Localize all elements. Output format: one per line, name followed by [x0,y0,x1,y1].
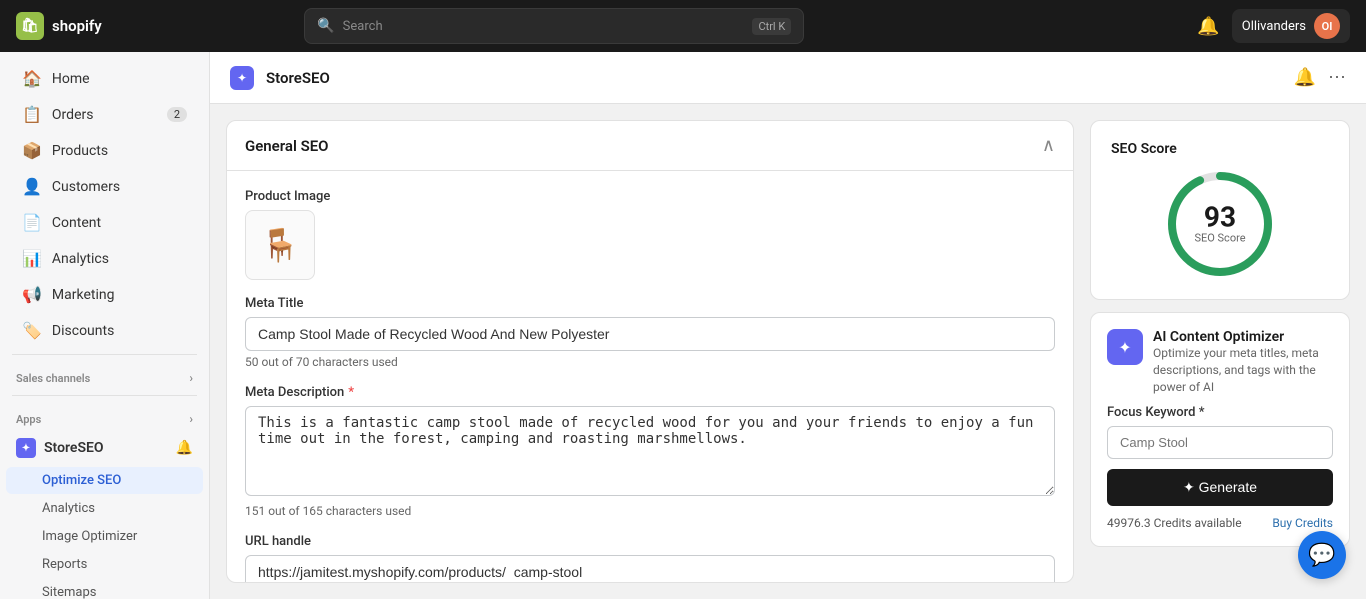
chat-icon: 💬 [1308,543,1335,568]
products-icon: 📦 [22,141,42,160]
generate-button[interactable]: ✦ Generate [1107,469,1333,506]
chevron-right-icon: › [189,371,193,385]
search-bar[interactable]: 🔍 Search Ctrl K [304,8,804,44]
app-header: ✦ StoreSEO 🔔 ⋯ [210,52,1366,104]
top-navigation: 🛍 shopify 🔍 Search Ctrl K 🔔 Ollivanders … [0,0,1366,52]
shopify-logo[interactable]: 🛍 shopify [16,12,102,40]
left-panel: General SEO ∧ Product Image 🪑 [226,120,1074,583]
product-image: 🪑 [245,210,315,280]
buy-credits-link[interactable]: Buy Credits [1272,516,1333,530]
score-label: SEO Score [1194,232,1245,245]
meta-description-section: Meta Description * This is a fantastic c… [245,385,1055,518]
ai-optimizer-text: AI Content Optimizer Optimize your meta … [1153,329,1333,395]
analytics-icon: 📊 [22,249,42,268]
credits-row: 49976.3 Credits available Buy Credits [1107,516,1333,530]
seo-card-header: General SEO ∧ [227,121,1073,171]
storeseo-icon: ✦ [16,438,36,458]
discounts-icon: 🏷️ [22,321,42,340]
collapse-icon[interactable]: ∧ [1042,135,1055,156]
search-shortcut: Ctrl K [752,18,791,35]
general-seo-title: General SEO [245,137,329,155]
sidebar-item-content[interactable]: 📄 Content [6,205,203,240]
general-seo-card: General SEO ∧ Product Image 🪑 [226,120,1074,583]
ai-focus-keyword-label: Focus Keyword * [1107,405,1333,420]
required-star-desc: * [348,385,354,400]
user-menu[interactable]: Ollivanders OI [1232,9,1350,43]
customers-icon: 👤 [22,177,42,196]
ai-optimizer-header: ✦ AI Content Optimizer Optimize your met… [1107,329,1333,395]
header-bell-icon[interactable]: 🔔 [1294,67,1316,88]
seo-score-card: SEO Score 93 SEO Score [1090,120,1350,300]
product-image-section: Product Image 🪑 [245,189,1055,280]
meta-title-char-count: 50 out of 70 characters used [245,355,1055,369]
ai-optimizer-description: Optimize your meta titles, meta descript… [1153,345,1333,395]
marketing-icon: 📢 [22,285,42,304]
sidebar-divider-2 [12,395,197,396]
camp-stool-image: 🪑 [260,226,300,264]
main-layout: 🏠 Home 📋 Orders 2 📦 Products 👤 Customers… [0,52,1366,599]
avatar: OI [1314,13,1340,39]
sidebar-item-customers[interactable]: 👤 Customers [6,169,203,204]
meta-description-input[interactable]: This is a fantastic camp stool made of r… [245,406,1055,496]
score-number-group: 93 SEO Score [1194,204,1245,245]
notification-icon[interactable]: 🔔 [1197,16,1219,37]
sidebar-sub-analytics[interactable]: Analytics [6,495,203,522]
sidebar-item-orders[interactable]: 📋 Orders 2 [6,97,203,132]
sidebar: 🏠 Home 📋 Orders 2 📦 Products 👤 Customers… [0,52,210,599]
sidebar-item-discounts[interactable]: 🏷️ Discounts [6,313,203,348]
content-area: ✦ StoreSEO 🔔 ⋯ General SEO ∧ [210,52,1366,599]
seo-card-body: Product Image 🪑 Meta Title 50 out of 70 … [227,171,1073,583]
home-icon: 🏠 [22,69,42,88]
apps-section[interactable]: Apps › [0,402,209,430]
sidebar-sub-optimize-seo[interactable]: Optimize SEO [6,467,203,494]
orders-icon: 📋 [22,105,42,124]
url-handle-section: URL handle [245,534,1055,583]
credits-available: 49976.3 Credits available [1107,516,1242,530]
app-header-logo: ✦ [230,66,254,90]
meta-title-input[interactable] [245,317,1055,351]
user-name: Ollivanders [1242,19,1306,34]
chevron-right-icon-2: › [189,412,193,426]
sidebar-item-home[interactable]: 🏠 Home [6,61,203,96]
right-panel: SEO Score 93 SEO Score [1090,120,1350,583]
main-scroll-area: General SEO ∧ Product Image 🪑 [210,104,1366,599]
shopify-bag-icon: 🛍 [16,12,44,40]
storeseo-header[interactable]: ✦ StoreSEO 🔔 [0,430,209,466]
search-icon: 🔍 [317,18,334,34]
url-handle-input[interactable] [245,555,1055,583]
meta-description-char-count: 151 out of 165 characters used [245,504,1055,518]
url-handle-label: URL handle [245,534,1055,549]
sales-channels-section[interactable]: Sales channels › [0,361,209,389]
ai-optimizer-title: AI Content Optimizer [1153,329,1333,345]
content-icon: 📄 [22,213,42,232]
sidebar-item-analytics[interactable]: 📊 Analytics [6,241,203,276]
ai-focus-keyword-input[interactable] [1107,426,1333,459]
header-more-icon[interactable]: ⋯ [1328,67,1346,88]
sidebar-sub-image-optimizer[interactable]: Image Optimizer [6,523,203,550]
sidebar-divider-1 [12,354,197,355]
sidebar-sub-reports[interactable]: Reports [6,551,203,578]
storeseo-bell-icon[interactable]: 🔔 [176,440,193,456]
chat-bubble-button[interactable]: 💬 [1298,531,1346,579]
ai-optimizer-icon: ✦ [1107,329,1143,365]
meta-description-label: Meta Description * [245,385,1055,400]
meta-title-label: Meta Title [245,296,1055,311]
score-value: 93 [1194,204,1245,232]
sidebar-item-products[interactable]: 📦 Products [6,133,203,168]
sidebar-sub-sitemaps[interactable]: Sitemaps [6,579,203,599]
app-header-right: 🔔 ⋯ [1294,67,1346,88]
product-image-label: Product Image [245,189,1055,204]
top-nav-right: 🔔 Ollivanders OI [1197,9,1350,43]
seo-score-title: SEO Score [1111,141,1177,157]
app-header-title: StoreSEO [266,69,330,87]
sidebar-item-marketing[interactable]: 📢 Marketing [6,277,203,312]
orders-badge: 2 [167,107,187,122]
ai-optimizer-card: ✦ AI Content Optimizer Optimize your met… [1090,312,1350,547]
seo-score-circle: 93 SEO Score [1165,169,1275,279]
meta-title-section: Meta Title 50 out of 70 characters used [245,296,1055,369]
